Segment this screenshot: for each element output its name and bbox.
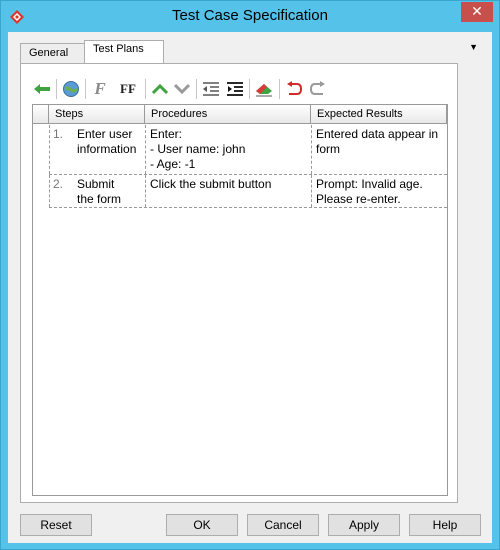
cell-line: Entered data appear in <box>316 127 439 141</box>
steps-cell[interactable]: 1. Enter user information <box>49 125 145 174</box>
toolbar-separator <box>279 79 280 99</box>
reset-button[interactable]: Reset <box>20 514 92 536</box>
cancel-button[interactable]: Cancel <box>247 514 319 536</box>
table-row[interactable]: 2. Submit the form Click the submit butt… <box>49 175 447 208</box>
tab-test-plans[interactable]: Test Plans <box>84 40 164 64</box>
back-arrow-icon[interactable] <box>31 78 53 100</box>
steps-cell[interactable]: 2. Submit the form <box>49 175 145 207</box>
procedures-cell[interactable]: Enter: - User name: john - Age: -1 <box>145 125 311 174</box>
globe-icon[interactable] <box>60 78 82 100</box>
cell-line: Prompt: Invalid age. <box>316 177 423 191</box>
toolbar-separator <box>85 79 86 99</box>
expected-results-cell[interactable]: Prompt: Invalid age. Please re-enter. <box>311 175 447 207</box>
toolbar-separator <box>249 79 250 99</box>
column-header-expected-results[interactable]: Expected Results <box>311 105 447 124</box>
row-number-header <box>33 105 49 124</box>
indent-icon[interactable] <box>224 78 246 100</box>
cell-line: - Age: -1 <box>150 157 196 171</box>
test-plans-panel: F FF Steps Procedures Expected Results 1… <box>20 63 458 503</box>
bold-font-icon[interactable]: FF <box>115 78 141 100</box>
dialog-body: General Test Plans ▼ F FF Steps Procedur… <box>8 32 492 543</box>
move-up-icon[interactable] <box>149 78 171 100</box>
cell-line: form <box>316 142 340 156</box>
procedures-cell[interactable]: Click the submit button <box>145 175 311 207</box>
cell-line: Please re-enter. <box>316 192 401 206</box>
cell-line: Enter: <box>150 127 183 141</box>
dialog-window: Test Case Specification ✕ General Test P… <box>0 0 500 550</box>
column-header-steps[interactable]: Steps <box>49 105 145 124</box>
outdent-icon[interactable] <box>200 78 222 100</box>
row-number: 2. <box>53 177 64 191</box>
undo-icon[interactable] <box>283 78 305 100</box>
cell-line: Submit <box>77 177 115 191</box>
apply-button[interactable]: Apply <box>328 514 400 536</box>
window-title: Test Case Specification <box>172 7 328 24</box>
cell-line: information <box>77 142 137 156</box>
cell-line: the form <box>77 192 122 206</box>
help-button[interactable]: Help <box>409 514 481 536</box>
row-number: 1. <box>53 127 64 141</box>
formatting-toolbar: F FF <box>31 76 411 100</box>
table-row[interactable]: 1. Enter user information Enter: - User … <box>49 125 447 175</box>
toolbar-separator <box>145 79 146 99</box>
expected-results-cell[interactable]: Entered data appear in form <box>311 125 447 174</box>
toolbar-separator <box>196 79 197 99</box>
redo-icon[interactable] <box>307 78 329 100</box>
test-plan-table: Steps Procedures Expected Results 1. Ent… <box>32 104 448 496</box>
ok-button[interactable]: OK <box>166 514 238 536</box>
cell-line: - User name: john <box>150 142 246 156</box>
tab-general[interactable]: General <box>20 43 86 63</box>
italic-font-icon[interactable]: F <box>89 78 111 100</box>
title-bar[interactable]: Test Case Specification ✕ <box>1 1 499 32</box>
tab-menu-dropdown-icon[interactable]: ▼ <box>469 42 478 52</box>
cell-line: Click the submit button <box>150 177 272 191</box>
move-down-icon[interactable] <box>171 78 193 100</box>
clear-format-icon[interactable] <box>253 78 275 100</box>
table-header: Steps Procedures Expected Results <box>33 105 447 124</box>
toolbar-separator <box>56 79 57 99</box>
column-header-procedures[interactable]: Procedures <box>145 105 311 124</box>
close-button[interactable]: ✕ <box>461 2 493 22</box>
cell-line: Enter user <box>77 127 133 141</box>
